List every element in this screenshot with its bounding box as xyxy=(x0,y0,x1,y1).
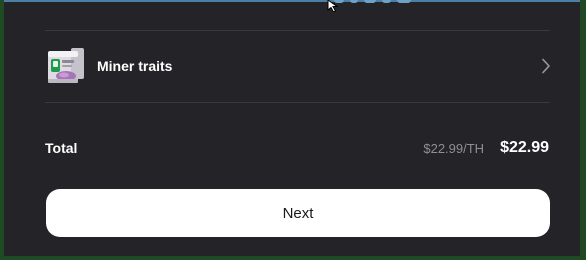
miner-traits-row[interactable]: Miner traits xyxy=(45,44,553,88)
unit-price: $22.99/TH xyxy=(423,140,485,156)
total-values: $22.99/TH $22.99 xyxy=(423,139,549,157)
chevron-right-icon xyxy=(542,58,550,74)
miner-traits-label: Miner traits xyxy=(97,58,173,74)
clipped-top-content xyxy=(334,0,444,4)
divider xyxy=(45,30,550,31)
next-button[interactable]: Next xyxy=(46,189,550,237)
top-border xyxy=(4,0,580,2)
total-row: Total $22.99/TH $22.99 xyxy=(45,138,549,158)
total-label: Total xyxy=(45,140,78,156)
miner-device-icon xyxy=(48,48,84,83)
divider xyxy=(45,102,550,103)
mouse-cursor-icon xyxy=(327,0,339,12)
order-summary-panel: Miner traits Total $22.99/TH $22.99 Next xyxy=(4,0,580,256)
total-amount: $22.99 xyxy=(500,139,549,156)
